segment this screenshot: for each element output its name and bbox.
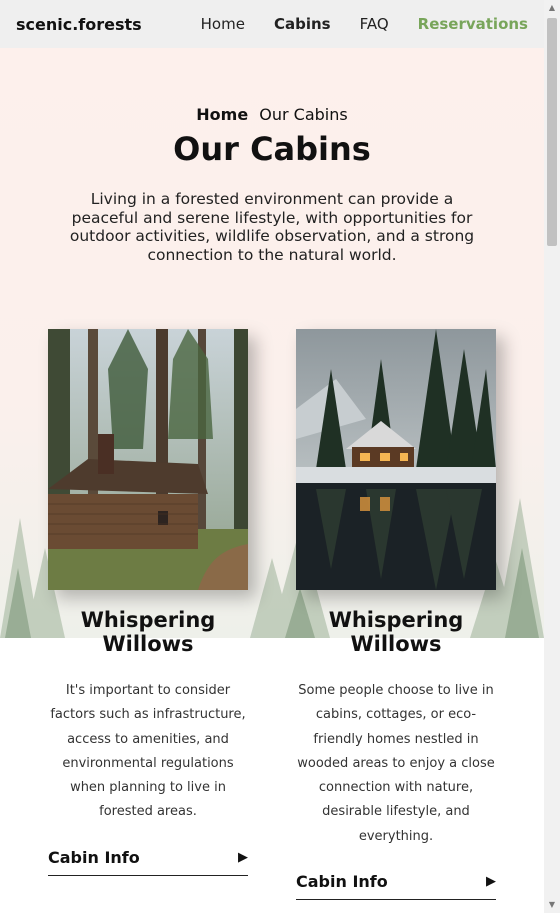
breadcrumb-home[interactable]: Home (196, 105, 248, 124)
nav-link-reservations[interactable]: Reservations (418, 15, 528, 33)
nav-link-cabins[interactable]: Cabins (274, 15, 331, 33)
nav-link-faq[interactable]: FAQ (360, 15, 389, 33)
cabin-description: It's important to consider factors such … (50, 683, 246, 820)
nav-link-home[interactable]: Home (201, 15, 245, 33)
arrow-down-icon[interactable]: ▼ (544, 897, 560, 913)
cabin-photo-lake-cabin (296, 329, 496, 590)
cabin-title: Whispering Willows (80, 608, 216, 656)
cabin-info-label: Cabin Info (48, 848, 140, 867)
vertical-scrollbar[interactable]: ▲ ▼ (544, 0, 560, 913)
arrow-up-icon[interactable]: ▲ (544, 0, 560, 16)
cabin-info-label: Cabin Info (296, 872, 388, 891)
play-arrow-icon: ▶ (238, 850, 248, 865)
intro-text: Living in a forested environment can pro… (69, 190, 475, 264)
scrollbar-thumb[interactable] (547, 18, 557, 246)
cabin-photo-log-cabin (48, 329, 248, 590)
site-logo[interactable]: scenic.forests (16, 15, 142, 34)
page-title: Our Cabins (173, 130, 371, 168)
navbar: scenic.forests Home Cabins FAQ Reservati… (0, 0, 544, 48)
cabin-description: Some people choose to live in cabins, co… (297, 683, 495, 844)
nav-links: Home Cabins FAQ Reservations (172, 15, 528, 33)
cabin-info-link[interactable]: Cabin Info ▶ (48, 846, 248, 876)
cabin-title: Whispering Willows (328, 608, 464, 656)
breadcrumb-current: Our Cabins (259, 105, 348, 124)
cabin-info-link[interactable]: Cabin Info ▶ (296, 870, 496, 900)
play-arrow-icon: ▶ (486, 874, 496, 889)
breadcrumb: Home Our Cabins (0, 105, 544, 124)
